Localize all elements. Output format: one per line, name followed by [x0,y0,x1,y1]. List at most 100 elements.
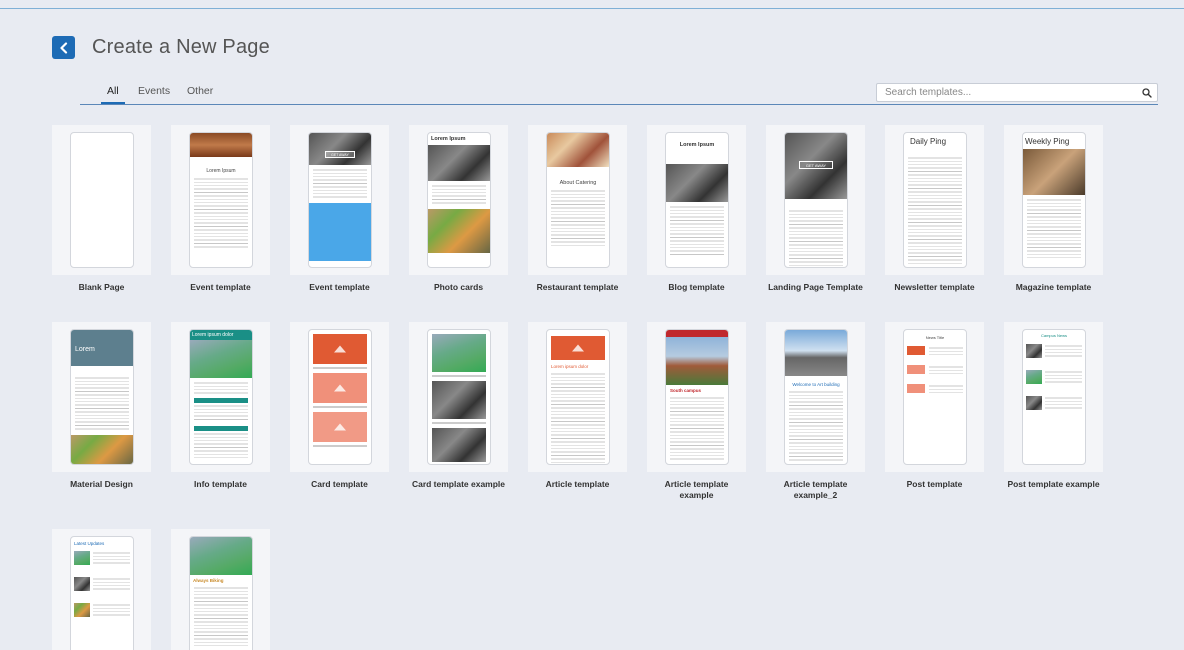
tab-other[interactable]: Other [187,85,213,97]
template-card-event[interactable]: Lorem Ipsum Event template [171,125,270,293]
preview-caption [313,445,367,447]
preview-heading: Welcome to Art building [792,382,840,387]
template-preview: Weekly Ping [1004,125,1103,275]
template-card-landing-page[interactable]: GET AWAY Landing Page Template [766,125,865,293]
preview-post-row [907,384,963,393]
preview-banner [666,330,728,337]
search-input[interactable] [877,84,1137,101]
preview-text-lines [432,184,486,206]
preview-image: GET AWAY [785,133,847,199]
template-card-info[interactable]: Lorem ipsum dolor Info template [171,322,270,490]
template-card-blog[interactable]: Lorem Ipsum Blog template [647,125,746,293]
preview-image: GET AWAY [309,133,371,165]
template-card-article-example[interactable]: South campus Article template example [647,322,746,501]
tab-events[interactable]: Events [138,85,170,97]
preview-text-lines [551,189,605,247]
preview-heading: Always Biking [193,578,224,583]
preview-image [190,537,252,575]
template-label: Post template [906,479,963,489]
template-card-article[interactable]: Lorem ipsum dolor Article template [528,322,627,490]
preview-image [1023,149,1085,195]
preview-image [551,336,605,360]
template-card-magazine[interactable]: Weekly Ping Magazine template [1004,125,1103,293]
preview-phone [308,329,372,465]
template-card-blank-page[interactable]: Blank Page [52,125,151,293]
preview-header-block: Lorem [71,330,133,366]
preview-phone [427,329,491,465]
template-card-card[interactable]: Card template [290,322,389,490]
preview-image [547,133,609,167]
template-card-article-example-2[interactable]: Welcome to Art building Article template… [766,322,865,501]
preview-text-lines [194,381,248,395]
template-preview: Lorem Ipsum [409,125,508,275]
template-card-card-example[interactable]: Card template example [409,322,508,490]
template-card-always-biking[interactable]: Always Biking [171,529,270,650]
preview-text-lines [194,586,248,646]
preview-heading: Lorem Ipsum [431,136,466,142]
preview-phone: Lorem Ipsum [189,132,253,268]
template-label: Event template [309,282,370,292]
template-preview: Lorem ipsum dolor [171,322,270,472]
preview-phone: GET AWAY [308,132,372,268]
template-card-post[interactable]: News Title Post template [885,322,984,490]
preview-caption [432,422,486,424]
preview-block [309,203,371,261]
template-preview: Lorem Ipsum [171,125,270,275]
preview-text-lines [194,177,248,249]
template-label: Article template example_2 [783,479,848,500]
preview-image [666,164,728,202]
preview-phone: Always Biking [189,536,253,650]
preview-phone: Lorem ipsum dolor [189,329,253,465]
preview-phone: Campus News [1022,329,1086,465]
preview-card-image [313,334,367,364]
template-card-event-2[interactable]: GET AWAY Event template [290,125,389,293]
preview-heading: Lorem Ipsum [679,142,715,148]
template-card-material-design[interactable]: Lorem Material Design [52,322,151,490]
preview-image [190,340,252,378]
template-label: Material Design [70,479,133,489]
template-card-restaurant[interactable]: About Catering Restaurant template [528,125,627,293]
preview-text-lines [313,168,367,200]
template-preview: Lorem ipsum dolor [528,322,627,472]
template-card-newsletter[interactable]: Daily Ping Newsletter template [885,125,984,293]
template-label: Blog template [668,282,725,292]
preview-heading: Lorem ipsum dolor [551,364,589,369]
template-preview: News Title [885,322,984,472]
template-card-post-example[interactable]: Campus News Post template example [1004,322,1103,490]
preview-phone: News Title [903,329,967,465]
preview-post-row [907,346,963,355]
template-preview [409,322,508,472]
template-card-latest-updates[interactable]: Latest Updates [52,529,151,650]
search-icon[interactable] [1137,84,1157,101]
preview-heading: Latest Updates [74,541,105,546]
template-label: Photo cards [433,282,484,292]
template-label: Event template [190,282,251,292]
preview-text-lines [551,372,605,464]
preview-post-row [907,365,963,374]
preview-table-header [194,426,248,431]
preview-card-image [432,428,486,462]
template-label: Article template [545,479,610,489]
template-card-photo-cards[interactable]: Lorem Ipsum Photo cards [409,125,508,293]
preview-phone: Lorem Ipsum [427,132,491,268]
preview-image [428,145,490,181]
preview-image [190,133,252,157]
preview-phone: GET AWAY [784,132,848,268]
preview-phone: South campus [665,329,729,465]
template-label: Blank Page [78,282,125,292]
preview-image [785,330,847,376]
template-preview: GET AWAY [290,125,389,275]
preview-text-lines [789,209,843,267]
preview-table-header [194,398,248,403]
preview-phone: Lorem [70,329,134,465]
preview-phone: Lorem ipsum dolor [546,329,610,465]
preview-text-lines [75,376,129,432]
template-label: Article template example [664,479,729,500]
tab-all[interactable]: All [101,85,125,104]
back-button[interactable] [52,36,75,59]
template-label: Magazine template [1015,282,1092,292]
template-label: Restaurant template [536,282,619,292]
template-label: Info template [194,479,247,489]
preview-text-lines [670,396,724,462]
preview-phone: Latest Updates [70,536,134,650]
